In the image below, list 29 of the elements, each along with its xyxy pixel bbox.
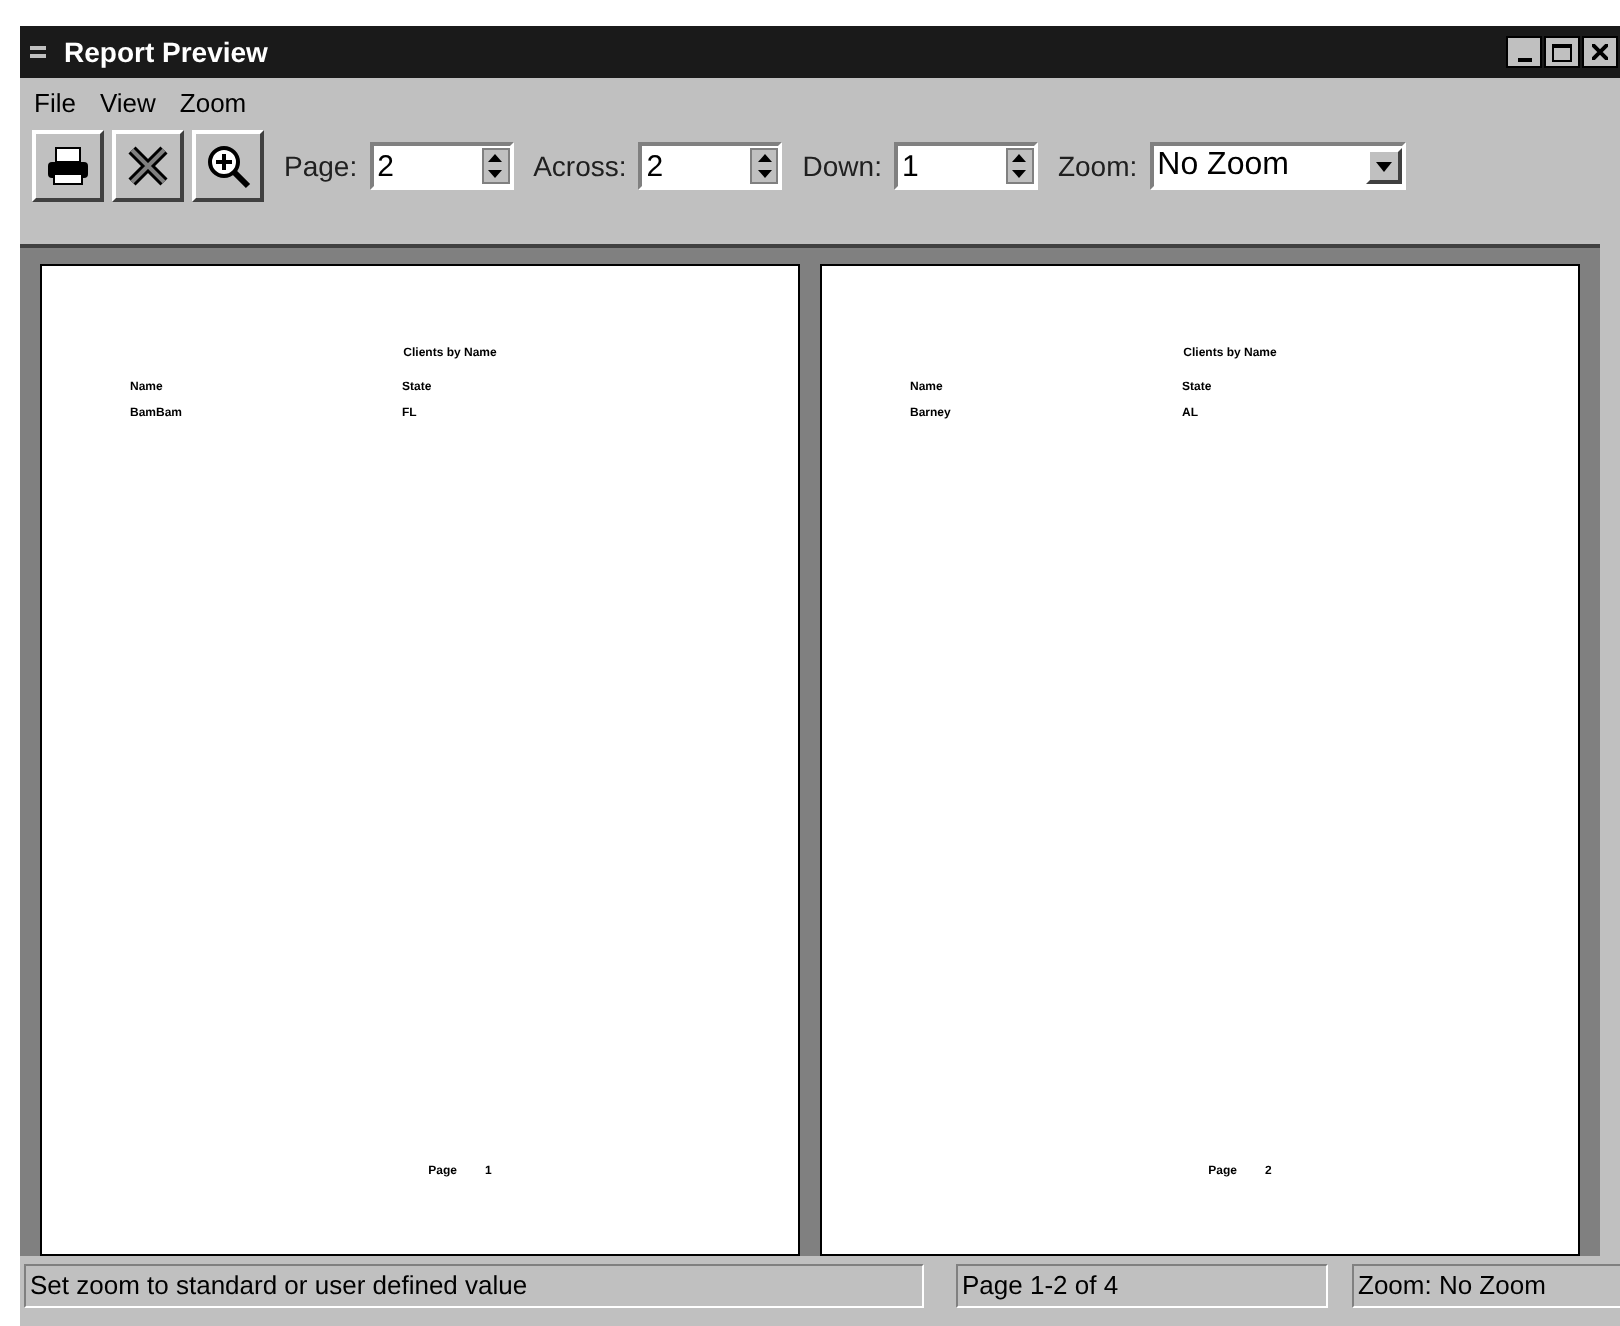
close-button[interactable] [1582, 36, 1618, 68]
maximize-button[interactable] [1544, 36, 1580, 68]
minimize-button[interactable] [1506, 36, 1542, 68]
field-label: Across: [533, 147, 627, 185]
field-label: Down: [802, 147, 882, 185]
close-icon [1592, 44, 1608, 60]
spin-arrows-icon[interactable] [1005, 148, 1034, 184]
menu-item[interactable]: View [99, 83, 156, 123]
spinner-field[interactable]: 2 [369, 142, 514, 190]
cross-icon [126, 144, 170, 188]
window-title: Report Preview [64, 33, 268, 72]
spinner-field[interactable]: 1 [893, 142, 1038, 190]
zoom-dropdown[interactable]: No Zoom [1149, 142, 1406, 190]
menu-item[interactable]: Zoom [179, 83, 247, 123]
toolbar-button[interactable] [112, 130, 184, 202]
spinner-field[interactable]: 2 [638, 142, 783, 190]
field-label: Page: [284, 147, 358, 186]
status-pane: Page 1-2 of 4 [956, 1264, 1328, 1308]
printer-icon [46, 146, 90, 186]
magnifier-icon [204, 142, 252, 190]
menu-item[interactable]: File [34, 83, 76, 123]
spin-arrows-icon[interactable] [750, 148, 779, 184]
field-label: Zoom: [1057, 147, 1138, 185]
system-menu-icon[interactable] [28, 44, 48, 60]
status-pane: Set zoom to standard or user defined value [24, 1264, 924, 1308]
status-pane: Zoom: No Zoom [1352, 1264, 1620, 1308]
spin-arrows-icon[interactable] [481, 148, 510, 184]
toolbar-button[interactable] [32, 130, 104, 202]
toolbar-button[interactable] [192, 130, 264, 202]
